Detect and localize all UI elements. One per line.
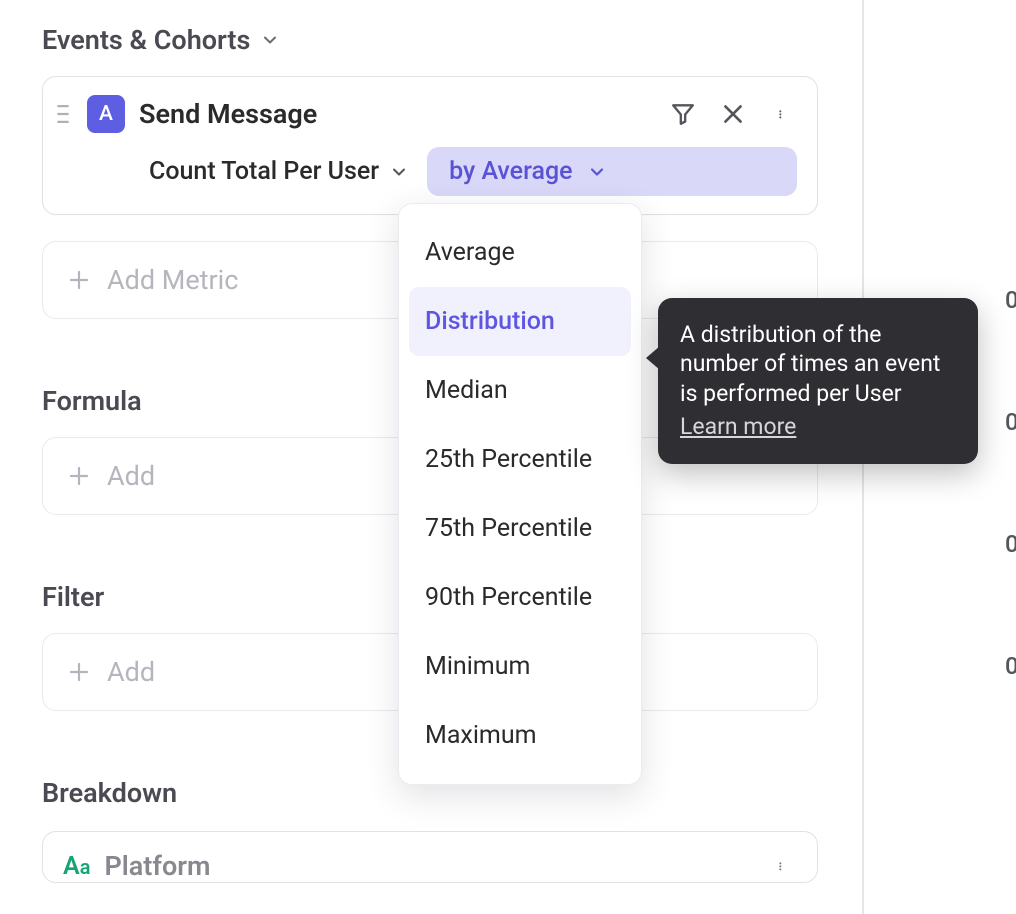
text-type-icon: Aa	[63, 852, 90, 881]
event-card: A Send Message Count Total Per User	[42, 76, 818, 215]
plus-icon	[67, 464, 91, 488]
close-icon[interactable]	[719, 100, 747, 128]
axis-marker: 0	[1005, 652, 1016, 680]
chevron-down-icon	[260, 30, 280, 50]
count-option-label: Count Total Per User	[149, 157, 379, 186]
breakdown-card[interactable]: Aa Platform	[42, 831, 818, 883]
count-option-dropdown[interactable]: Count Total Per User	[149, 157, 409, 186]
breakdown-name: Platform	[104, 850, 755, 882]
dropdown-item-p75[interactable]: 75th Percentile	[409, 494, 631, 563]
dropdown-item-p25[interactable]: 25th Percentile	[409, 425, 631, 494]
tooltip-text: A distribution of the number of times an…	[680, 321, 940, 407]
aggregation-dropdown[interactable]: by Average	[427, 147, 796, 196]
plus-icon	[67, 268, 91, 292]
events-cohorts-header[interactable]: Events & Cohorts	[42, 24, 818, 56]
axis-marker: 0	[1005, 408, 1016, 436]
aggregation-dropdown-menu: Average Distribution Median 25th Percent…	[398, 203, 642, 785]
dropdown-item-p90[interactable]: 90th Percentile	[409, 563, 631, 632]
more-vertical-icon[interactable]	[769, 852, 797, 880]
dropdown-item-maximum[interactable]: Maximum	[409, 701, 631, 770]
add-filter-label: Add	[107, 656, 155, 688]
dropdown-item-median[interactable]: Median	[409, 356, 631, 425]
add-formula-label: Add	[107, 460, 155, 492]
filter-icon[interactable]	[669, 100, 697, 128]
axis-marker: 0	[1005, 286, 1016, 314]
distribution-tooltip: A distribution of the number of times an…	[658, 298, 978, 464]
dropdown-item-average[interactable]: Average	[409, 218, 631, 287]
drag-handle-icon[interactable]	[53, 105, 73, 123]
events-cohorts-title: Events & Cohorts	[42, 24, 250, 56]
add-metric-label: Add Metric	[107, 264, 238, 296]
chevron-down-icon	[587, 162, 607, 182]
plus-icon	[67, 660, 91, 684]
dropdown-item-minimum[interactable]: Minimum	[409, 632, 631, 701]
chevron-down-icon	[389, 162, 409, 182]
more-vertical-icon[interactable]	[769, 100, 797, 128]
event-letter-badge: A	[87, 95, 125, 133]
aggregation-label: by Average	[449, 157, 572, 186]
learn-more-link[interactable]: Learn more	[680, 412, 796, 441]
event-name[interactable]: Send Message	[139, 98, 655, 130]
dropdown-item-distribution[interactable]: Distribution	[409, 287, 631, 356]
axis-marker: 0	[1005, 530, 1016, 558]
